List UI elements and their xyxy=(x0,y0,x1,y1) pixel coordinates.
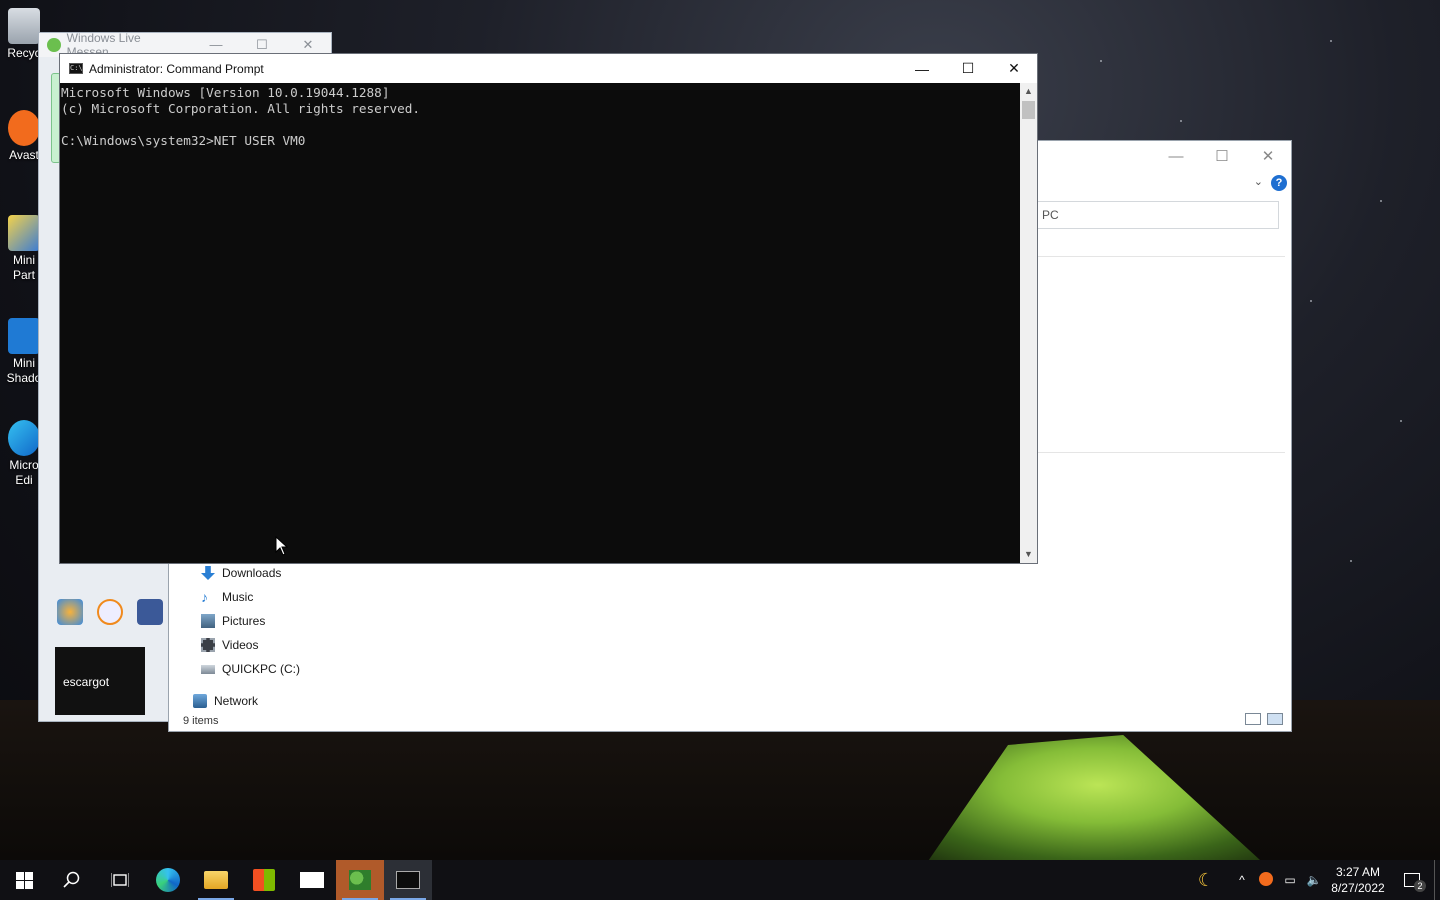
system-tray: ☾ ^ ▭ 🔈 3:27 AM 8/27/2022 2 xyxy=(1194,860,1440,900)
taskbar-microsoft-store[interactable] xyxy=(240,860,288,900)
recycle-bin-icon xyxy=(8,8,40,44)
messenger-icon xyxy=(349,870,371,890)
maximize-button[interactable]: ☐ xyxy=(945,54,991,83)
cmd-app-icon: C:\ xyxy=(69,63,83,74)
escargot-icon[interactable] xyxy=(97,599,123,625)
close-button[interactable]: ✕ xyxy=(1245,141,1291,171)
ad-text: escargot xyxy=(63,675,110,689)
nav-item-downloads[interactable]: Downloads xyxy=(193,561,300,585)
command-prompt-window[interactable]: C:\ Administrator: Command Prompt — ☐ ✕ … xyxy=(59,53,1038,564)
maximize-button[interactable]: ☐ xyxy=(1199,141,1245,171)
escargot-ad-banner[interactable]: escargot xyxy=(55,647,145,715)
scroll-up-arrow-icon[interactable]: ▲ xyxy=(1020,83,1037,100)
nav-item-music[interactable]: ♪ Music xyxy=(193,585,300,609)
taskbar-mail[interactable] xyxy=(288,860,336,900)
folder-icon xyxy=(204,871,228,889)
search-button[interactable] xyxy=(48,860,96,900)
music-icon: ♪ xyxy=(201,589,208,605)
action-center-button[interactable]: 2 xyxy=(1390,860,1434,900)
clock-date: 8/27/2022 xyxy=(1331,881,1385,895)
messenger-icon xyxy=(47,38,61,52)
nav-item-label: QUICKPC (C:) xyxy=(222,662,300,676)
clock-time: 3:27 AM xyxy=(1335,865,1381,879)
close-button[interactable]: ✕ xyxy=(285,37,331,53)
cmd-titlebar[interactable]: C:\ Administrator: Command Prompt — ☐ ✕ xyxy=(60,54,1037,83)
scrollbar-thumb[interactable] xyxy=(1022,101,1035,119)
taskbar-command-prompt[interactable] xyxy=(384,860,432,900)
nav-item-videos[interactable]: Videos xyxy=(193,633,300,657)
notification-count-badge: 2 xyxy=(1414,880,1426,892)
maximize-button[interactable]: ☐ xyxy=(239,37,285,53)
avast-tray-icon[interactable] xyxy=(1254,871,1278,889)
search-icon xyxy=(63,871,80,888)
facebook-icon[interactable] xyxy=(137,599,163,625)
cmd-icon xyxy=(396,871,420,889)
videos-icon xyxy=(201,638,215,652)
address-text: PC xyxy=(1042,208,1059,222)
drive-icon xyxy=(201,664,215,674)
volume-icon[interactable]: 🔈 xyxy=(1302,873,1326,887)
minimize-button[interactable]: — xyxy=(899,54,945,83)
start-button[interactable] xyxy=(0,860,48,900)
mail-icon xyxy=(300,872,324,888)
scroll-down-arrow-icon[interactable]: ▼ xyxy=(1020,546,1037,563)
avast-icon xyxy=(8,110,40,146)
minitool-partition-icon xyxy=(8,215,40,251)
minimize-button[interactable]: — xyxy=(1153,141,1199,171)
network-tray-icon[interactable]: ▭ xyxy=(1278,873,1302,887)
vertical-scrollbar[interactable]: ▲ ▼ xyxy=(1020,83,1037,563)
task-view-button[interactable] xyxy=(96,860,144,900)
show-desktop-button[interactable] xyxy=(1434,860,1440,900)
downloads-icon xyxy=(201,566,215,580)
clock[interactable]: 3:27 AM 8/27/2022 xyxy=(1326,864,1390,896)
nav-item-label: Network xyxy=(214,694,259,708)
close-button[interactable]: ✕ xyxy=(991,54,1037,83)
nav-item-label: Videos xyxy=(222,638,259,652)
taskbar: ☾ ^ ▭ 🔈 3:27 AM 8/27/2022 2 xyxy=(0,860,1440,900)
night-light-moon-icon[interactable]: ☾ xyxy=(1194,870,1218,891)
minitool-shadowmaker-icon xyxy=(8,318,40,354)
details-view-icon[interactable] xyxy=(1245,713,1261,725)
nav-item-quickpc-drive[interactable]: QUICKPC (C:) xyxy=(193,657,300,681)
nav-item-network[interactable]: Network xyxy=(193,689,300,713)
navigation-pane: Downloads ♪ Music Pictures Videos QUICKP… xyxy=(193,561,300,713)
nav-item-label: Pictures xyxy=(222,614,266,628)
chevron-down-icon[interactable]: ⌄ xyxy=(1254,175,1263,188)
taskbar-messenger[interactable] xyxy=(336,860,384,900)
show-hidden-icons-chevron-up-icon[interactable]: ^ xyxy=(1230,873,1254,887)
nav-item-pictures[interactable]: Pictures xyxy=(193,609,300,633)
divider xyxy=(1037,256,1285,257)
edge-icon xyxy=(156,868,180,892)
minimize-button[interactable]: — xyxy=(193,37,239,53)
windows-logo-icon xyxy=(15,871,33,889)
task-view-icon xyxy=(111,873,129,887)
store-icon xyxy=(253,869,275,891)
edge-icon xyxy=(8,420,40,456)
cmd-title: Administrator: Command Prompt xyxy=(89,61,264,76)
status-bar-item-count: 9 items xyxy=(183,715,219,727)
butterfly-icon[interactable] xyxy=(57,599,83,625)
console-output[interactable]: Microsoft Windows [Version 10.0.19044.12… xyxy=(60,83,1020,563)
divider xyxy=(1037,452,1285,453)
help-icon[interactable]: ? xyxy=(1271,175,1287,191)
taskbar-edge[interactable] xyxy=(144,860,192,900)
large-icons-view-icon[interactable] xyxy=(1267,713,1283,725)
taskbar-file-explorer[interactable] xyxy=(192,860,240,900)
address-bar[interactable]: PC xyxy=(1037,201,1279,229)
pictures-icon xyxy=(201,614,215,628)
network-icon xyxy=(193,694,207,708)
nav-item-label: Music xyxy=(222,590,254,604)
nav-item-label: Downloads xyxy=(222,566,282,580)
